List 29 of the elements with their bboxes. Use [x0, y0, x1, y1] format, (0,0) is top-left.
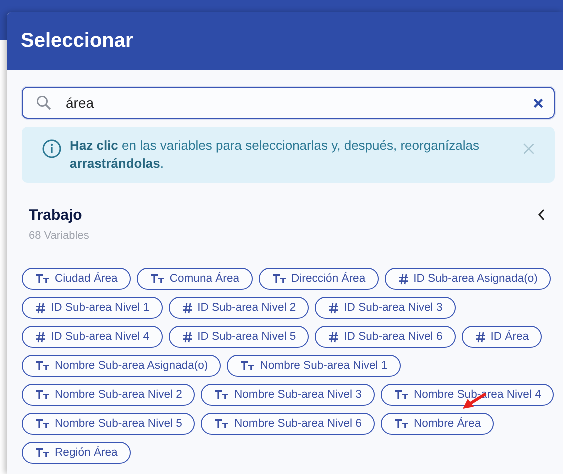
variable-chip[interactable]: ID Sub-area Asignada(o) [384, 268, 551, 290]
variable-chip[interactable]: Nombre Sub-area Nivel 5 [22, 413, 196, 436]
variable-count: 68 Variables [29, 228, 90, 244]
chevron-icon[interactable] [538, 209, 546, 222]
variable-chip[interactable]: ID Sub-area Nivel 4 [22, 326, 163, 348]
variable-chip[interactable]: Comuna Área [136, 268, 253, 290]
variable-chip[interactable]: ID Sub-area Nivel 5 [168, 326, 310, 348]
dialog-title: Seleccionar [21, 29, 134, 54]
search-icon [36, 95, 52, 111]
variable-chip[interactable]: Región Área [22, 442, 131, 464]
variable-chip[interactable]: Nombre Sub-area Nivel 1 [227, 355, 401, 378]
section-title: Trabajo [29, 206, 84, 226]
variable-chip[interactable]: Nombre Sub-area Nivel 3 [201, 384, 375, 406]
variable-chip[interactable]: Dirección Área [258, 268, 379, 290]
variable-chip[interactable]: ID Sub-area Nivel 3 [315, 297, 456, 320]
search-field[interactable]: área [22, 87, 555, 119]
info-icon [42, 139, 62, 159]
variable-chip[interactable]: Nombre Área [380, 413, 494, 436]
variable-chip[interactable]: Nombre Sub-area Asignada(o) [22, 355, 222, 378]
variable-chip[interactable]: ID Área [462, 326, 542, 348]
variable-chip[interactable]: ID Sub-area Nivel 2 [168, 297, 310, 320]
search-input[interactable]: área [66, 92, 533, 114]
variable-chip[interactable]: Nombre Sub-area Nivel 2 [22, 384, 196, 406]
info-text: Haz clic en las variables para seleccionarlas y, después, reorganízalas arrastrándolas. [70, 137, 480, 174]
variable-chip[interactable]: ID Sub-area Nivel 6 [315, 326, 456, 348]
variable-chip[interactable]: Ciudad Área [22, 268, 131, 290]
variable-chip[interactable]: ID Sub-area Nivel 1 [22, 297, 163, 320]
clear-icon[interactable] [533, 98, 544, 108]
variable-chip[interactable]: Nombre Sub-area Nivel 6 [201, 413, 375, 436]
